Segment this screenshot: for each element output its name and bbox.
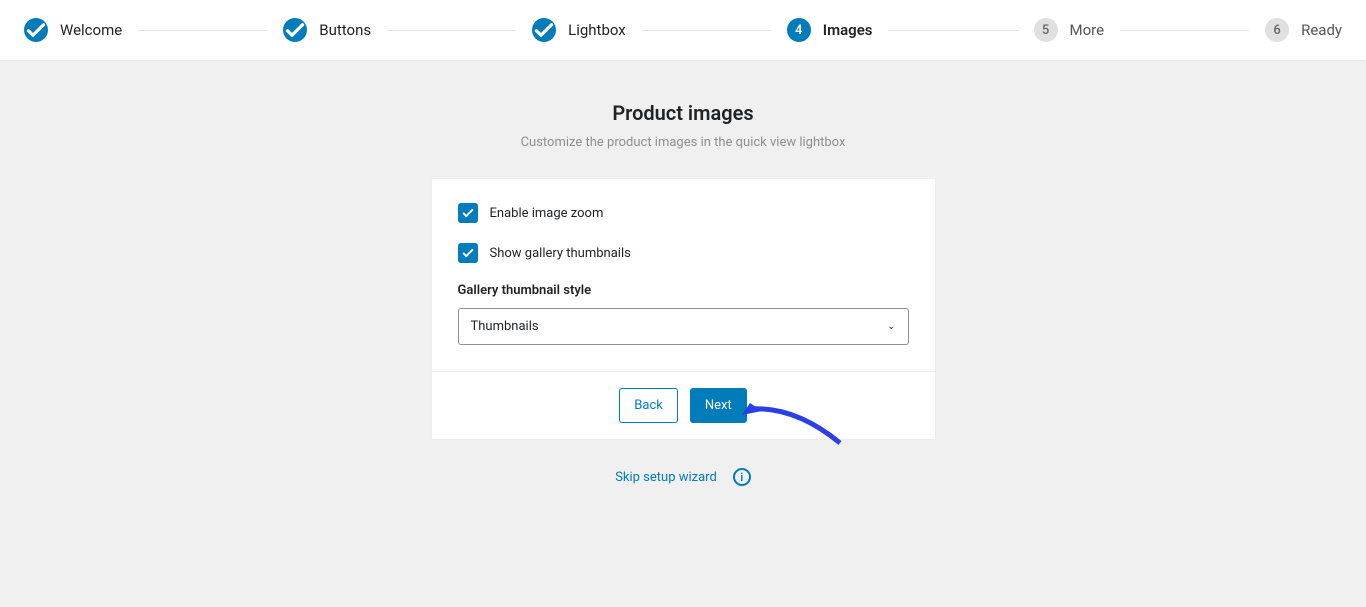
chevron-down-icon: ⌄	[887, 321, 895, 332]
connector	[138, 30, 267, 31]
connector	[888, 30, 1017, 31]
checkbox-show-thumbnails[interactable]	[458, 243, 478, 263]
card-footer: Back Next	[432, 371, 935, 439]
stepper: Welcome Buttons Lightbox 4 Images 5 More…	[0, 0, 1366, 61]
connector	[387, 30, 516, 31]
step-label: Buttons	[319, 21, 371, 39]
step-label: Welcome	[60, 21, 122, 39]
step-label: Images	[823, 21, 873, 39]
skip-setup-link[interactable]: Skip setup wizard	[615, 470, 717, 485]
main-content: Product images Customize the product ima…	[213, 101, 1153, 486]
field-label-thumbnail-style: Gallery thumbnail style	[458, 283, 909, 298]
step-label: Lightbox	[568, 21, 626, 39]
checkbox-enable-zoom[interactable]	[458, 203, 478, 223]
check-icon	[283, 18, 307, 42]
step-ready[interactable]: 6 Ready	[1265, 18, 1342, 42]
step-label: Ready	[1301, 21, 1342, 39]
connector	[642, 30, 771, 31]
skip-row: Skip setup wizard i	[213, 468, 1153, 486]
check-icon	[532, 18, 556, 42]
step-lightbox[interactable]: Lightbox	[532, 18, 626, 42]
page-title: Product images	[213, 101, 1153, 125]
checkbox-row-thumbnails: Show gallery thumbnails	[458, 243, 909, 263]
check-icon	[24, 18, 48, 42]
step-more[interactable]: 5 More	[1034, 18, 1105, 42]
checkbox-row-zoom: Enable image zoom	[458, 203, 909, 223]
connector	[1120, 30, 1249, 31]
step-welcome[interactable]: Welcome	[24, 18, 122, 42]
step-label: More	[1070, 21, 1105, 39]
thumbnail-style-select[interactable]: Thumbnails ⌄	[458, 308, 909, 345]
step-images[interactable]: 4 Images	[787, 18, 873, 42]
step-badge-number: 6	[1265, 18, 1289, 42]
card-body: Enable image zoom Show gallery thumbnail…	[432, 179, 935, 371]
back-button[interactable]: Back	[619, 388, 678, 423]
settings-card: Enable image zoom Show gallery thumbnail…	[431, 178, 936, 440]
next-button[interactable]: Next	[690, 388, 747, 423]
step-badge-number: 5	[1034, 18, 1058, 42]
page-subtitle: Customize the product images in the quic…	[213, 135, 1153, 150]
info-icon[interactable]: i	[733, 468, 751, 486]
step-buttons[interactable]: Buttons	[283, 18, 371, 42]
checkbox-label: Show gallery thumbnails	[490, 246, 631, 261]
step-badge-number: 4	[787, 18, 811, 42]
select-value: Thumbnails	[471, 319, 539, 334]
checkbox-label: Enable image zoom	[490, 206, 604, 221]
